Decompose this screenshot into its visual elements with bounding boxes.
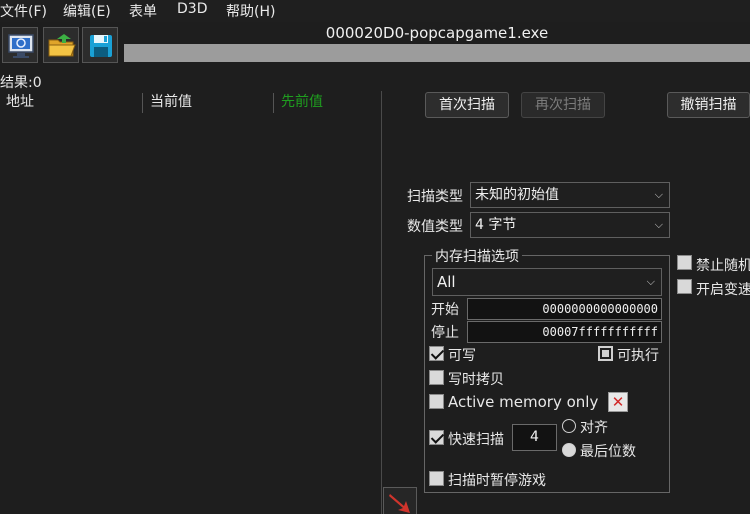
active-memory-only-checkbox[interactable] — [429, 394, 444, 409]
menu-table[interactable]: 表单 — [129, 1, 157, 21]
scan-type-label: 扫描类型 — [407, 189, 463, 205]
fast-scan-label: 快速扫描 — [448, 432, 504, 448]
column-address[interactable]: 地址 — [0, 91, 34, 115]
value-type-value: 4 字节 — [475, 217, 517, 233]
first-scan-button[interactable]: 首次扫描 — [425, 92, 509, 118]
chevron-down-icon: ⌵ — [646, 275, 655, 288]
memory-region-value: All — [437, 273, 456, 291]
next-scan-button[interactable]: 再次扫描 — [521, 92, 605, 118]
scan-progress-bar — [124, 44, 750, 62]
save-button[interactable] — [82, 27, 118, 63]
active-memory-only-label: Active memory only — [448, 393, 599, 411]
menu-edit[interactable]: 编辑(E) — [63, 1, 111, 21]
memory-region-select[interactable]: All ⌵ — [432, 268, 662, 296]
enable-speedhack-label: 开启变速 — [696, 282, 750, 298]
last-digits-radio[interactable] — [562, 443, 576, 457]
column-divider[interactable] — [273, 93, 274, 113]
process-title: 000020D0-popcapgame1.exe — [325, 24, 549, 42]
column-divider[interactable] — [142, 93, 143, 113]
column-previous-value[interactable]: 先前值 — [275, 91, 323, 115]
save-icon — [90, 35, 112, 57]
last-digits-label: 最后位数 — [580, 444, 636, 460]
alignment-label: 对齐 — [580, 420, 608, 436]
stop-label: 停止 — [431, 325, 459, 341]
folder-open-icon — [48, 34, 76, 57]
undo-scan-button[interactable]: 撤销扫描 — [667, 92, 750, 118]
open-file-button[interactable] — [43, 27, 79, 63]
executable-label: 可执行 — [617, 348, 659, 364]
pause-game-checkbox[interactable] — [429, 471, 444, 486]
pause-game-label: 扫描时暂停游戏 — [448, 473, 546, 489]
fast-scan-value-field[interactable]: 4 — [512, 424, 557, 451]
value-type-label: 数值类型 — [407, 219, 463, 235]
disable-random-checkbox[interactable] — [677, 255, 692, 270]
enable-speedhack-checkbox[interactable] — [677, 279, 692, 294]
value-type-select[interactable]: 4 字节 ⌵ — [470, 212, 670, 238]
disable-random-label: 禁止随机 — [696, 258, 750, 274]
scan-type-value: 未知的初始值 — [475, 187, 559, 203]
executable-checkbox[interactable] — [598, 346, 613, 361]
chevron-down-icon: ⌵ — [654, 188, 663, 201]
menu-file[interactable]: 文件(F) — [0, 1, 47, 21]
results-list[interactable]: 地址 当前值 先前值 — [0, 91, 382, 514]
copy-on-write-label: 写时拷贝 — [448, 372, 504, 388]
computer-icon — [8, 34, 34, 58]
chevron-down-icon: ⌵ — [654, 218, 663, 231]
menu-help[interactable]: 帮助(H) — [226, 1, 275, 21]
arrow-down-right-icon — [389, 494, 410, 513]
result-count: 结果:0 — [0, 75, 42, 91]
memory-scan-options-title: 内存扫描选项 — [432, 246, 522, 266]
start-address-field[interactable]: 0000000000000000 — [467, 298, 662, 320]
stop-address-field[interactable]: 00007fffffffffff — [467, 321, 662, 343]
menu-d3d[interactable]: D3D — [177, 1, 207, 17]
add-address-button[interactable] — [383, 487, 417, 514]
alignment-radio[interactable] — [562, 419, 576, 433]
open-process-button[interactable] — [2, 27, 38, 63]
copy-on-write-checkbox[interactable] — [429, 370, 444, 385]
close-icon[interactable]: ✕ — [608, 392, 628, 412]
scan-type-select[interactable]: 未知的初始值 ⌵ — [470, 182, 670, 208]
writable-checkbox[interactable] — [429, 346, 444, 361]
menu-bar: 文件(F) 编辑(E) 表单 D3D 帮助(H) — [0, 0, 750, 22]
column-current-value[interactable]: 当前值 — [144, 91, 192, 115]
start-label: 开始 — [431, 302, 459, 318]
writable-label: 可写 — [448, 348, 476, 364]
fast-scan-checkbox[interactable] — [429, 430, 444, 445]
